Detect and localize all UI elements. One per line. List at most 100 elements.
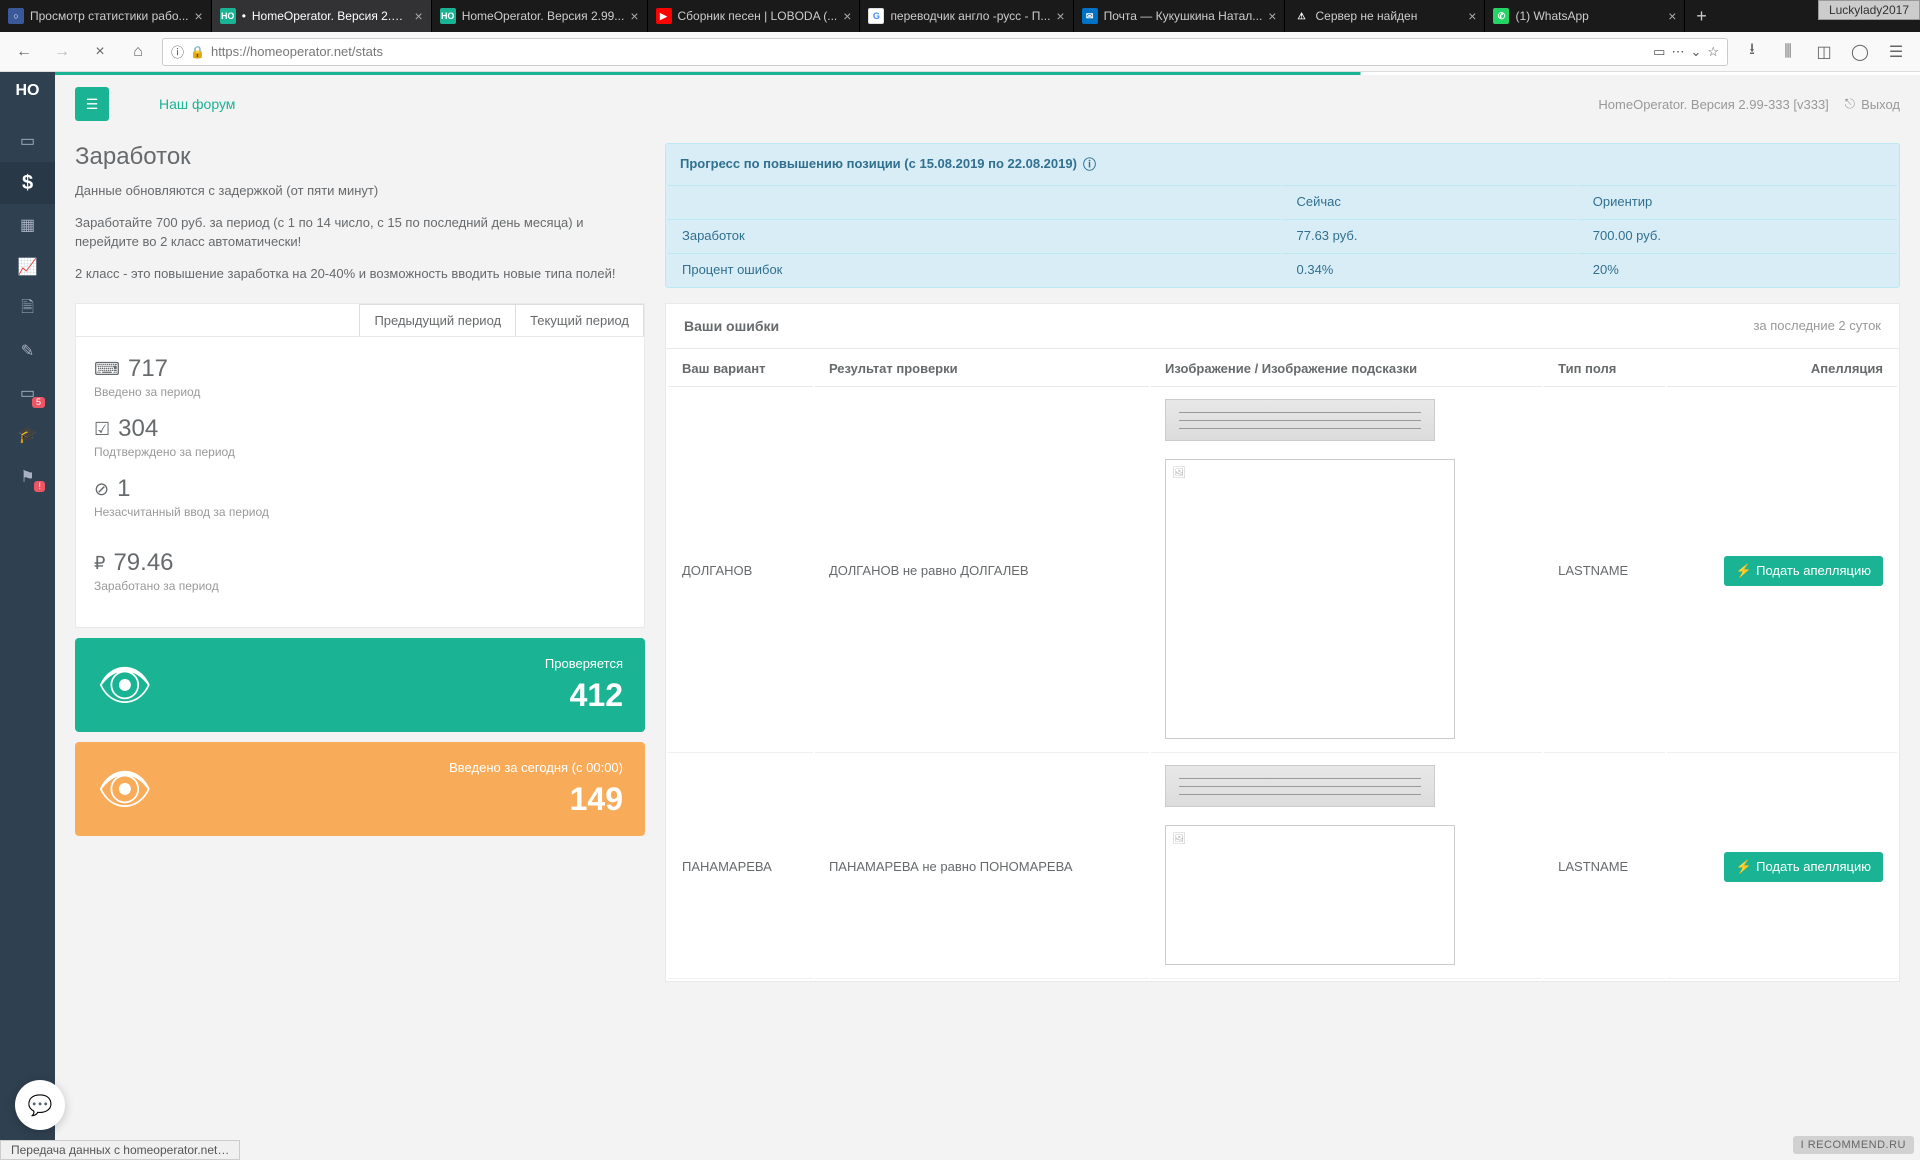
- errors-title: Ваши ошибки: [684, 318, 779, 334]
- cell-variant: ДОЛГАНОВ: [668, 389, 813, 753]
- errors-panel: Ваши ошибки за последние 2 суток Ваш вар…: [665, 303, 1900, 982]
- tab-title: HomeOperator. Версия 2.99...: [462, 9, 625, 23]
- app-sidebar: HO ▭ $ ▦ 📈 🗎 ✎ ▭5 🎓 ⚑!: [0, 72, 55, 1160]
- table-row: ДОЛГАНОВ ДОЛГАНОВ не равно ДОЛГАЛЕВ LAST…: [668, 389, 1897, 753]
- sidebar-item-education[interactable]: 🎓: [0, 414, 55, 456]
- info-icon[interactable]: ⓘ: [1083, 154, 1096, 173]
- pencil-icon: ✎: [21, 341, 34, 361]
- sidebar-item-grid[interactable]: ▦: [0, 204, 55, 246]
- browser-tab[interactable]: ⚠ Сервер не найден ×: [1285, 0, 1485, 32]
- page-desc-3: 2 класс - это повышение заработка на 20-…: [75, 264, 645, 284]
- browser-tab-active[interactable]: HO • HomeOperator. Версия 2.99... ×: [212, 0, 432, 32]
- bolt-icon: ⚡: [1736, 563, 1752, 579]
- row-errors-label: Процент ошибок: [668, 253, 1281, 285]
- close-icon[interactable]: ×: [1668, 8, 1676, 24]
- dollar-icon: $: [22, 172, 33, 195]
- favicon-icon: HO: [440, 8, 456, 24]
- card-checking: 👁 Проверяется 412: [75, 638, 645, 732]
- chart-icon: 📈: [18, 257, 38, 277]
- close-icon[interactable]: ×: [415, 8, 423, 24]
- ban-icon: ⊘: [94, 479, 109, 500]
- col-variant: Ваш вариант: [668, 351, 813, 387]
- logout-icon: ⎋: [1845, 96, 1855, 112]
- browser-tab[interactable]: HO HomeOperator. Версия 2.99... ×: [432, 0, 648, 32]
- sidebar-item-earnings[interactable]: $: [0, 162, 55, 204]
- forward-button[interactable]: →: [48, 38, 76, 66]
- browser-tab[interactable]: ○ Просмотр статистики рабо... ×: [0, 0, 212, 32]
- new-tab-button[interactable]: +: [1685, 0, 1717, 32]
- stop-button[interactable]: ×: [86, 38, 114, 66]
- sidebar-item-alerts[interactable]: ⚑!: [0, 456, 55, 498]
- progress-box: Прогресс по повышению позиции (с 15.08.2…: [665, 143, 1900, 288]
- eye-icon: 👁: [97, 763, 449, 815]
- source-image[interactable]: [1165, 825, 1455, 965]
- stat-entered-label: Введено за период: [94, 385, 626, 399]
- stat-entered-value: 717: [128, 355, 168, 383]
- browser-tab[interactable]: G переводчик англо -русс - П... ×: [860, 0, 1073, 32]
- col-image: Изображение / Изображение подсказки: [1151, 351, 1542, 387]
- stat-confirmed-value: 304: [118, 415, 158, 443]
- address-bar[interactable]: ⓘ 🔒 ▭ ⋯ ⌄ ☆: [162, 38, 1728, 66]
- cell-image: [1151, 389, 1542, 753]
- errors-subtitle: за последние 2 суток: [1753, 318, 1881, 334]
- close-icon[interactable]: ×: [1468, 8, 1476, 24]
- library-icon[interactable]: ⫼: [1774, 38, 1802, 66]
- card-icon: ▭: [20, 131, 35, 151]
- home-button[interactable]: ⌂: [124, 38, 152, 66]
- sidebar-item-edit[interactable]: ✎: [0, 330, 55, 372]
- more-icon[interactable]: ⋯: [1671, 44, 1684, 60]
- favicon-icon: ✉: [1082, 8, 1098, 24]
- chat-widget-button[interactable]: 💬: [15, 1080, 65, 1130]
- stat-uncounted-value: 1: [117, 475, 130, 503]
- tab-previous-period[interactable]: Предыдущий период: [359, 304, 515, 336]
- col-appeal: Апелляция: [1667, 351, 1897, 387]
- browser-tab-strip: ○ Просмотр статистики рабо... × HO • Hom…: [0, 0, 1920, 32]
- menu-icon[interactable]: ☰: [1882, 38, 1910, 66]
- back-button[interactable]: ←: [10, 38, 38, 66]
- sidebar-item-inbox[interactable]: ▭5: [0, 372, 55, 414]
- source-image[interactable]: [1165, 459, 1455, 739]
- close-icon[interactable]: ×: [195, 8, 203, 24]
- page-desc-2: Заработайте 700 руб. за период (с 1 по 1…: [75, 213, 645, 252]
- stat-uncounted-label: Незасчитанный ввод за период: [94, 505, 626, 519]
- page-title: Заработок: [75, 143, 645, 171]
- ruble-icon: ₽: [94, 553, 105, 574]
- menu-toggle-button[interactable]: ☰: [75, 87, 109, 121]
- page-desc-1: Данные обновляются с задержкой (от пяти …: [75, 181, 645, 201]
- sidebar-item-doc[interactable]: 🗎: [0, 288, 55, 330]
- graduation-icon: 🎓: [18, 425, 38, 445]
- badge: 5: [32, 397, 45, 408]
- close-icon[interactable]: ×: [1268, 8, 1276, 24]
- sidebar-logo: HO: [16, 82, 40, 100]
- close-icon[interactable]: ×: [843, 8, 851, 24]
- url-input[interactable]: [211, 44, 1647, 59]
- card-checking-label: Проверяется: [545, 656, 623, 671]
- appeal-button[interactable]: ⚡ Подать апелляцию: [1724, 556, 1883, 586]
- downloads-icon[interactable]: ⭳: [1738, 38, 1766, 66]
- cell-result: ДОЛГАНОВ не равно ДОЛГАЛЕВ: [815, 389, 1149, 753]
- logout-button[interactable]: ⎋ Выход: [1845, 96, 1900, 112]
- appeal-button[interactable]: ⚡ Подать апелляцию: [1724, 852, 1883, 882]
- close-icon[interactable]: ×: [630, 8, 638, 24]
- card-checking-value: 412: [545, 677, 623, 714]
- close-icon[interactable]: ×: [1056, 8, 1064, 24]
- forum-link[interactable]: Наш форум: [159, 96, 235, 112]
- account-icon[interactable]: ◯: [1846, 38, 1874, 66]
- user-badge: Luckylady2017: [1818, 0, 1920, 20]
- eye-icon: 👁: [97, 659, 545, 711]
- browser-tab[interactable]: ✆ (1) WhatsApp ×: [1485, 0, 1685, 32]
- sidebar-item-dashboard[interactable]: ▭: [0, 120, 55, 162]
- tab-current-period[interactable]: Текущий период: [515, 304, 644, 336]
- col-now: Сейчас: [1283, 185, 1577, 217]
- progress-title: Прогресс по повышению позиции (с 15.08.2…: [680, 156, 1077, 171]
- col-target: Ориентир: [1579, 185, 1897, 217]
- browser-tab[interactable]: ✉ Почта — Кукушкина Натал... ×: [1074, 0, 1286, 32]
- reader-icon[interactable]: ▭: [1653, 44, 1665, 60]
- sidebar-icon[interactable]: ◫: [1810, 38, 1838, 66]
- browser-tab[interactable]: ▶ Сборник песен | LOBODA (... ×: [648, 0, 861, 32]
- sidebar-item-chart[interactable]: 📈: [0, 246, 55, 288]
- star-icon[interactable]: ☆: [1707, 44, 1719, 60]
- pocket-icon[interactable]: ⌄: [1690, 44, 1701, 60]
- info-icon[interactable]: ⓘ: [171, 42, 184, 61]
- appeal-label: Подать апелляцию: [1756, 563, 1871, 578]
